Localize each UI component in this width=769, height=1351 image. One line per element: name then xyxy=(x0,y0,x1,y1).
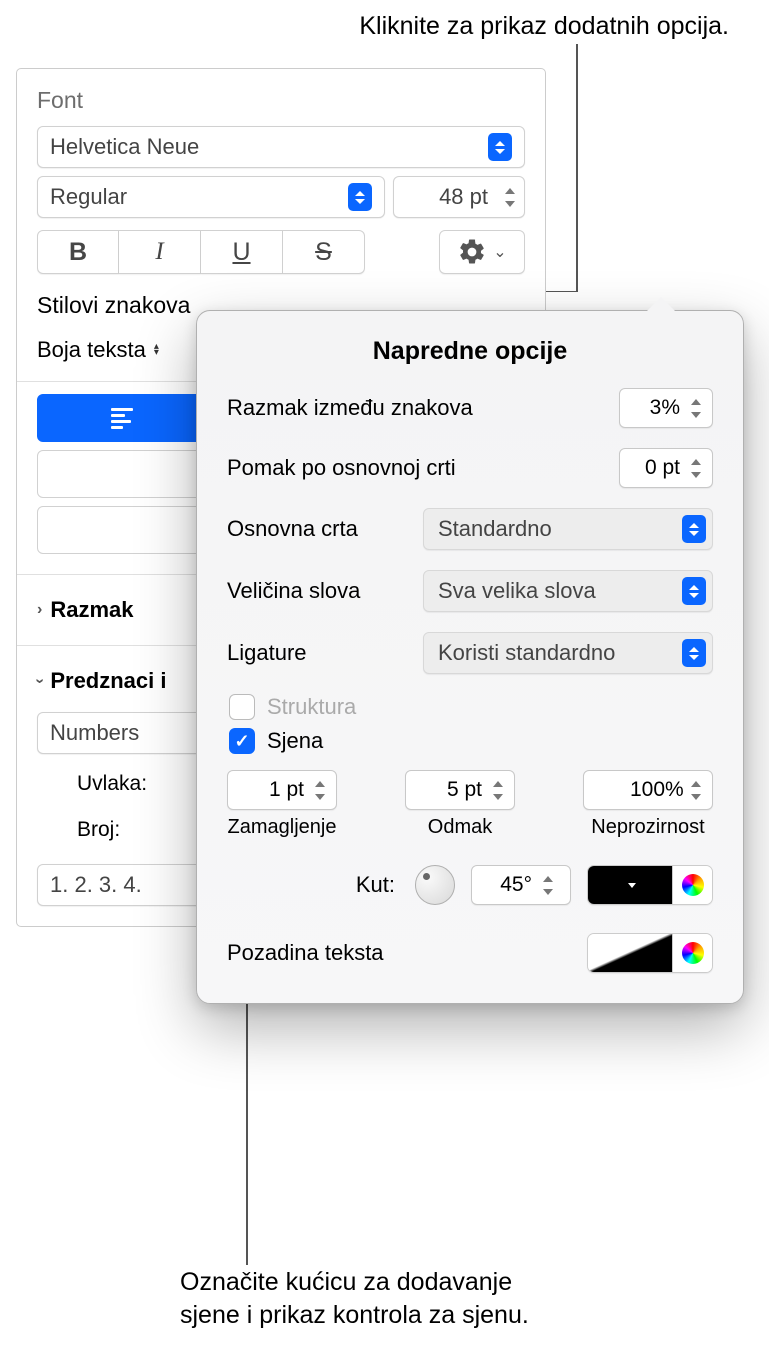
callout-line2: sjene i prikaz kontrola za sjenu. xyxy=(180,1299,529,1332)
capitalization-value: Sva velika slova xyxy=(438,578,682,604)
angle-dial[interactable] xyxy=(415,865,455,905)
align-left-icon xyxy=(111,408,133,429)
color-picker-button[interactable] xyxy=(672,866,712,904)
color-swatch xyxy=(588,934,672,972)
font-style-popup[interactable]: Regular xyxy=(37,176,385,218)
font-style-value: Regular xyxy=(50,184,348,210)
chevron-right-icon: › xyxy=(37,601,42,619)
baseline-value: Standardno xyxy=(438,516,682,542)
shadow-checkbox[interactable] xyxy=(229,728,255,754)
ligatures-value: Koristi standardno xyxy=(438,640,682,666)
offset-sublabel: Odmak xyxy=(428,816,492,839)
bold-button[interactable]: B xyxy=(37,230,119,274)
spacing-label: Razmak xyxy=(50,597,133,623)
font-section-title: Font xyxy=(37,87,525,114)
color-wheel-icon xyxy=(682,874,704,896)
gear-icon xyxy=(457,237,487,267)
color-wheel-icon xyxy=(682,942,704,964)
updown-icon[interactable]: ▴▾ xyxy=(154,344,159,356)
advanced-options-button[interactable]: ⌄ xyxy=(439,230,525,274)
bullets-style-popup[interactable]: Numbers xyxy=(37,712,207,754)
font-size-field[interactable]: 48 pt xyxy=(393,176,525,218)
stepper-icon[interactable] xyxy=(500,178,520,216)
stepper-icon[interactable] xyxy=(686,449,706,487)
strikethrough-button[interactable]: S xyxy=(283,230,365,274)
blur-value: 1 pt xyxy=(254,778,304,802)
align-left-button[interactable] xyxy=(37,394,207,442)
indent-label: Uvlaka: xyxy=(77,772,147,796)
advanced-options-popover: Napredne opcije Razmak između znakova 3%… xyxy=(196,310,744,1004)
opacity-field[interactable]: 100% xyxy=(583,770,713,810)
stepper-icon[interactable] xyxy=(310,771,330,809)
offset-value: 5 pt xyxy=(432,778,482,802)
updown-icon xyxy=(682,639,706,667)
updown-icon xyxy=(682,577,706,605)
stepper-icon[interactable] xyxy=(686,771,706,809)
chevron-down-icon: ⌄ xyxy=(493,242,506,262)
updown-icon xyxy=(488,133,512,161)
color-swatch xyxy=(588,866,672,904)
angle-value: 45° xyxy=(482,873,532,897)
callout-gear-text: Kliknite za prikaz dodatnih opcija. xyxy=(359,12,729,41)
ligatures-popup[interactable]: Koristi standardno xyxy=(423,632,713,674)
bullets-style-value: Numbers xyxy=(50,720,194,746)
underline-button[interactable]: U xyxy=(201,230,283,274)
capitalization-label: Veličina slova xyxy=(227,578,423,604)
character-spacing-value: 3% xyxy=(630,396,680,420)
shadow-color-well[interactable] xyxy=(587,865,713,905)
outline-label: Struktura xyxy=(267,694,356,720)
callout-line xyxy=(576,44,578,292)
updown-icon xyxy=(682,515,706,543)
angle-label: Kut: xyxy=(356,872,395,898)
stepper-icon[interactable] xyxy=(538,866,558,904)
updown-icon xyxy=(348,183,372,211)
character-spacing-label: Razmak između znakova xyxy=(227,395,619,421)
font-size-value: 48 pt xyxy=(406,184,494,210)
stepper-icon[interactable] xyxy=(488,771,508,809)
baseline-shift-label: Pomak po osnovnoj crti xyxy=(227,455,619,481)
opacity-value: 100% xyxy=(630,778,680,802)
chevron-down-icon: › xyxy=(31,678,49,683)
character-spacing-field[interactable]: 3% xyxy=(619,388,713,428)
blur-sublabel: Zamagljenje xyxy=(228,816,337,839)
number-label: Broj: xyxy=(77,818,120,842)
popover-title: Napredne opcije xyxy=(227,337,713,366)
shadow-label: Sjena xyxy=(267,728,323,754)
baseline-label: Osnovna crta xyxy=(227,516,423,542)
outline-checkbox[interactable] xyxy=(229,694,255,720)
callout-shadow-text: Označite kućicu za dodavanje sjene i pri… xyxy=(180,1266,529,1331)
baseline-shift-value: 0 pt xyxy=(630,456,680,480)
font-family-value: Helvetica Neue xyxy=(50,134,488,160)
text-background-label: Pozadina teksta xyxy=(227,940,384,966)
blur-field[interactable]: 1 pt xyxy=(227,770,337,810)
text-background-color-well[interactable] xyxy=(587,933,713,973)
text-color-label: Boja teksta xyxy=(37,337,146,363)
offset-field[interactable]: 5 pt xyxy=(405,770,515,810)
stepper-icon[interactable] xyxy=(686,389,706,427)
italic-button[interactable]: I xyxy=(119,230,201,274)
baseline-shift-field[interactable]: 0 pt xyxy=(619,448,713,488)
ligatures-label: Ligature xyxy=(227,640,423,666)
font-family-popup[interactable]: Helvetica Neue xyxy=(37,126,525,168)
opacity-sublabel: Neprozirnost xyxy=(591,816,704,839)
angle-field[interactable]: 45° xyxy=(471,865,571,905)
chevron-down-icon xyxy=(628,883,636,888)
color-picker-button[interactable] xyxy=(672,934,712,972)
callout-line1: Označite kućicu za dodavanje xyxy=(180,1266,529,1299)
bullets-label: Predznaci i xyxy=(50,668,166,694)
baseline-popup[interactable]: Standardno xyxy=(423,508,713,550)
capitalization-popup[interactable]: Sva velika slova xyxy=(423,570,713,612)
